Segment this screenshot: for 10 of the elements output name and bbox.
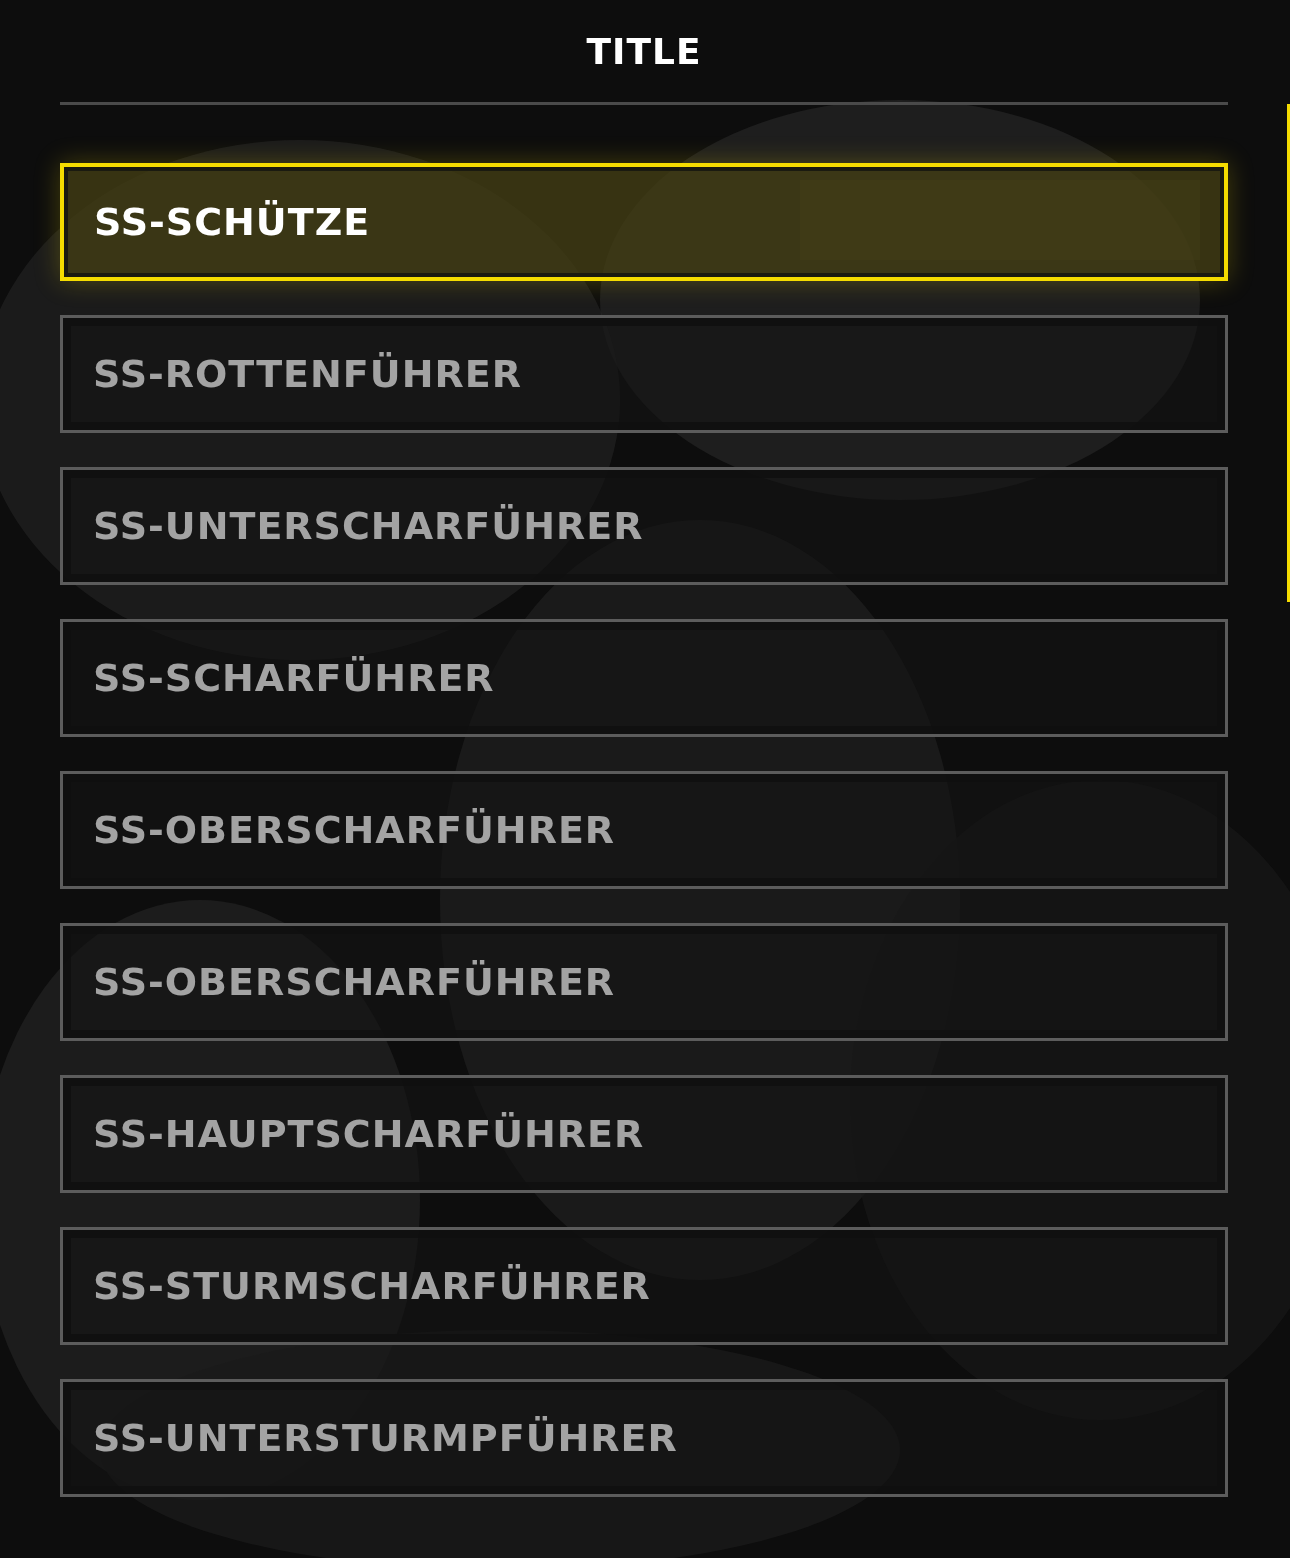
rank-option[interactable]: SS-OBERSCHARFÜHRER — [60, 771, 1228, 889]
rank-option[interactable]: SS-HAUPTSCHARFÜHRER — [60, 1075, 1228, 1193]
rank-option[interactable]: SS-OBERSCHARFÜHRER — [60, 923, 1228, 1041]
rank-option[interactable]: SS-SCHÜTZE — [60, 163, 1228, 281]
rank-option[interactable]: SS-STURMSCHARFÜHRER — [60, 1227, 1228, 1345]
rank-option[interactable]: SS-UNTERSCHARFÜHRER — [60, 467, 1228, 585]
rank-option[interactable]: SS-UNTERSTURMPFÜHRER — [60, 1379, 1228, 1497]
menu-title: TITLE — [586, 30, 702, 74]
rank-option[interactable]: SS-SCHARFÜHRER — [60, 619, 1228, 737]
rank-option[interactable]: SS-ROTTENFÜHRER — [60, 315, 1228, 433]
